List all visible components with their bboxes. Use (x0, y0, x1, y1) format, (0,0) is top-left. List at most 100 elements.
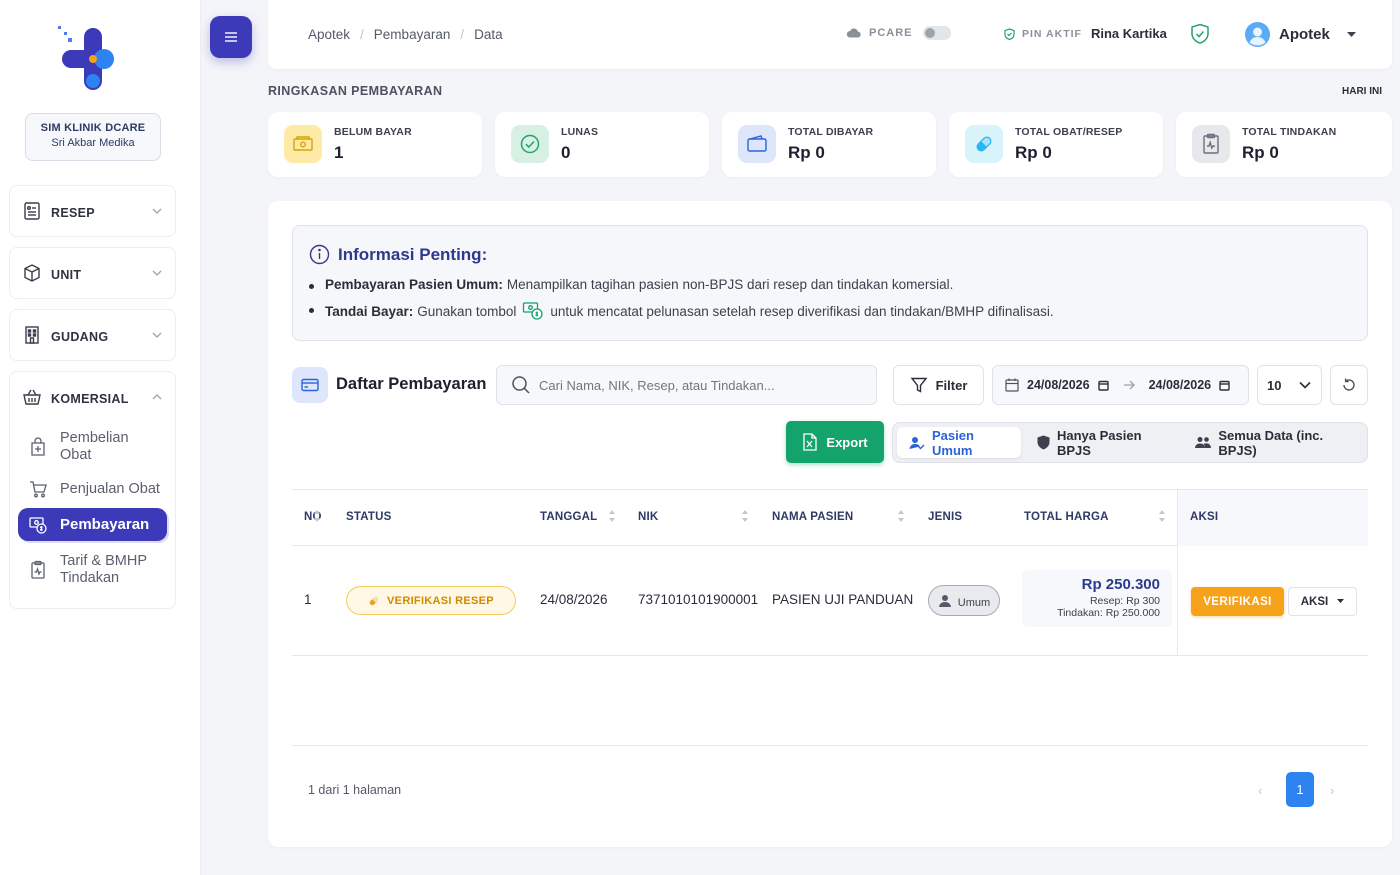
pagination-page-button[interactable]: 1 (1286, 772, 1314, 807)
price-cell: Rp 250.300 Resep: Rp 300 Tindakan: Rp 25… (1022, 570, 1172, 627)
card-label: LUNAS (561, 126, 599, 138)
total-price: Rp 250.300 (1081, 576, 1160, 593)
tab-hanya-bpjs[interactable]: Hanya Pasien BPJS (1025, 427, 1179, 458)
col-header-total[interactable]: TOTAL HARGA (1024, 511, 1109, 523)
breadcrumb-item[interactable]: Pembayaran (374, 27, 451, 42)
sidebar-item-label: Pembelian Obat (60, 430, 129, 463)
tab-label: Hanya Pasien BPJS (1056, 427, 1142, 458)
card-label: TOTAL TINDAKAN (1242, 126, 1337, 138)
refresh-button[interactable] (1330, 365, 1368, 405)
topbar: Apotek / Pembayaran / Data PCARE PIN AKT… (268, 0, 1392, 69)
calendar-icon (1005, 378, 1019, 392)
status-text: VERIFIKASI RESEP (387, 594, 494, 607)
pagination-next-button[interactable]: › (1330, 783, 1334, 798)
menu-label: RESEP (51, 206, 95, 220)
info-list: Pembayaran Pasien Umum: Menampilkan tagi… (309, 277, 1054, 329)
sidebar-item-label: Pembayaran (60, 516, 150, 533)
pin-label: PIN AKTIF (1022, 27, 1082, 40)
menu-label: KOMERSIAL (51, 392, 129, 406)
summary-card-belum-bayar: BELUM BAYAR 1 (268, 112, 482, 177)
summary-title: RINGKASAN PEMBAYARAN (268, 84, 443, 98)
aksi-dropdown-button[interactable]: AKSI (1288, 587, 1357, 616)
date-range-picker[interactable]: 24/08/2026 24/08/2026 (992, 365, 1249, 405)
jenis-badge: Umum (928, 585, 1000, 616)
card-value: Rp 0 (1015, 143, 1052, 162)
info-title: Informasi Penting: (309, 244, 487, 265)
pagination-info: 1 dari 1 halaman (308, 783, 402, 797)
search-box (496, 365, 877, 405)
sort-icon[interactable] (1158, 508, 1166, 524)
breadcrumb-item-current: Data (474, 27, 503, 42)
money-icon (522, 301, 544, 321)
chevron-up-icon (151, 391, 163, 403)
arrow-right-icon (1123, 380, 1135, 390)
jenis-text: Umum (957, 596, 991, 609)
sidebar-item-tarif-bmhp[interactable]: Tarif & BMHP Tindakan (10, 541, 175, 599)
sidebar-item-pembelian-obat[interactable]: Pembelian Obat (10, 424, 175, 470)
card-value: Rp 0 (1242, 143, 1279, 162)
tab-semua-data[interactable]: Semua Data (inc. BPJS) (1183, 427, 1363, 458)
col-header-nama[interactable]: NAMA PASIEN (772, 511, 853, 523)
status-badge: VERIFIKASI RESEP (346, 586, 516, 615)
export-button[interactable]: Export (786, 421, 884, 463)
user-icon (938, 594, 952, 608)
col-header-nik[interactable]: NIK (638, 511, 658, 523)
col-header-tanggal[interactable]: TANGGAL (540, 511, 597, 523)
info-icon (309, 244, 330, 265)
verify-button[interactable]: VERIFIKASI (1191, 587, 1284, 616)
menu-head-gudang[interactable]: GUDANG (10, 310, 175, 360)
cash-icon (284, 125, 322, 163)
pcare-toggle[interactable] (922, 26, 951, 40)
info-item-bold: Tandai Bayar: (325, 303, 414, 319)
table-row: 1 VERIFIKASI RESEP 24/08/2026 7371010101… (292, 546, 1368, 656)
date-to[interactable]: 24/08/2026 (1149, 378, 1212, 392)
info-item-text: untuk mencatat pelunasan setelah resep d… (550, 303, 1054, 319)
filter-label: Filter (935, 377, 968, 393)
filter-button[interactable]: Filter (893, 365, 984, 405)
sort-icon[interactable] (897, 508, 905, 524)
breadcrumb-item[interactable]: Apotek (308, 27, 350, 42)
cell-tanggal: 24/08/2026 (540, 592, 608, 607)
sort-icon[interactable] (313, 508, 321, 524)
pin-user-name: Rina Kartika (1090, 26, 1167, 41)
menu-head-unit[interactable]: UNIT (10, 248, 175, 298)
calendar-icon (1097, 380, 1109, 391)
clinic-logo[interactable] (56, 24, 128, 96)
security-shield-icon[interactable] (1190, 23, 1210, 45)
receipt-icon (22, 201, 42, 221)
menu-head-resep[interactable]: RESEP (10, 186, 175, 236)
date-from[interactable]: 24/08/2026 (1027, 378, 1090, 392)
user-role: Apotek (1279, 26, 1330, 43)
sidebar-item-label: Penjualan Obat (60, 480, 160, 497)
caret-down-icon (1337, 599, 1345, 604)
pin-status: PIN AKTIF Rina Kartika (1004, 26, 1167, 41)
user-check-icon (909, 436, 925, 450)
breadcrumb-separator: / (460, 27, 465, 42)
search-input[interactable] (539, 377, 859, 393)
divider (292, 745, 1368, 746)
sort-icon[interactable] (741, 508, 749, 524)
info-item: Pembayaran Pasien Umum: Menampilkan tagi… (309, 277, 1054, 292)
menu-toggle-button[interactable] (210, 16, 252, 58)
menu-resep: RESEP (9, 185, 176, 237)
per-page-select[interactable]: 10 (1257, 365, 1322, 405)
clinic-name: SIM KLINIK DCARE (40, 122, 146, 134)
info-item-text: Gunakan tombol (417, 303, 517, 319)
excel-icon (802, 433, 818, 451)
pcare-status: PCARE (846, 26, 951, 40)
shield-icon (1037, 435, 1050, 450)
tab-pasien-umum[interactable]: Pasien Umum (897, 427, 1021, 458)
breadcrumb-separator: / (360, 27, 364, 42)
card-label: BELUM BAYAR (334, 126, 412, 138)
sidebar-item-penjualan-obat[interactable]: Penjualan Obat (10, 470, 175, 508)
menu-head-komersial[interactable]: KOMERSIAL (10, 372, 175, 422)
info-box: Informasi Penting: Pembayaran Pasien Umu… (292, 225, 1368, 341)
sidebar-item-pembayaran[interactable]: Pembayaran (18, 508, 167, 541)
resep-price: Resep: Rp 300 (1089, 595, 1160, 607)
pagination-prev-button[interactable]: ‹ (1258, 783, 1262, 798)
building-icon (22, 325, 42, 345)
user-menu[interactable]: Apotek (1245, 22, 1356, 47)
menu-label: GUDANG (51, 330, 109, 344)
sort-icon[interactable] (608, 508, 616, 524)
search-icon (511, 375, 531, 395)
